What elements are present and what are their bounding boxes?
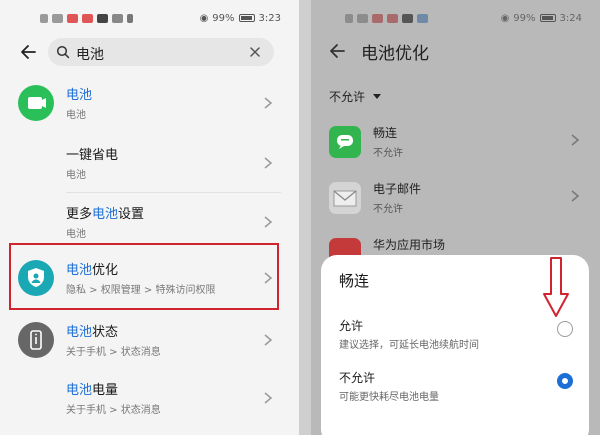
result-battery-status[interactable]: 电池状态 关于手机 > 状态消息	[0, 311, 299, 369]
result-battery-level[interactable]: 电池电量 关于手机 > 状态消息	[0, 369, 299, 427]
notification-icon	[387, 13, 398, 23]
option-description: 可能更快耗尽电池电量	[339, 392, 439, 403]
chevron-right-icon	[264, 97, 273, 109]
email-icon	[329, 182, 361, 214]
notification-icon	[417, 13, 428, 23]
app-name: 畅连	[373, 126, 398, 140]
chevron-right-icon	[264, 334, 273, 346]
result-title: 电池	[66, 84, 92, 103]
option-description: 建议选择，可延长电池续航时间	[339, 340, 479, 351]
highlight-box	[9, 243, 279, 310]
back-arrow-icon[interactable]	[327, 41, 347, 61]
status-icons	[40, 13, 133, 23]
app-row-changlian[interactable]: 畅连 不允许	[311, 116, 600, 170]
eye-icon: ◉	[199, 12, 209, 24]
notification-icon	[97, 13, 108, 23]
annotation-down-arrow-icon	[543, 257, 569, 317]
title-suffix: 电量	[92, 383, 119, 398]
battery-icon	[238, 14, 255, 22]
result-title: 更多电池设置	[66, 203, 144, 222]
filter-dropdown[interactable]: 不允许	[329, 88, 382, 105]
result-subtitle: 电池	[66, 229, 86, 240]
phone-info-icon	[18, 322, 54, 358]
eye-icon: ◉	[500, 12, 510, 24]
clock: 3:24	[559, 12, 582, 24]
title-suffix: 状态	[92, 325, 119, 340]
wifi-icon	[357, 13, 368, 23]
result-subtitle: 关于手机 > 状态消息	[66, 347, 161, 358]
notification-icon	[372, 13, 383, 23]
search-query: 电池	[76, 47, 104, 63]
result-battery[interactable]: 电池 电池	[0, 74, 299, 132]
option-label: 允许	[339, 319, 364, 333]
title-prefix: 更多	[66, 207, 93, 222]
battery-icon	[539, 14, 556, 22]
option-label: 不允许	[339, 371, 376, 385]
option-disallow[interactable]: 不允许 可能更快耗尽电池电量	[321, 367, 589, 409]
battery-percent: 99%	[212, 12, 235, 24]
back-arrow-icon[interactable]	[18, 42, 38, 62]
radio-disallow[interactable]	[557, 373, 573, 389]
result-subtitle: 电池	[66, 110, 86, 121]
app-name: 电子邮件	[373, 182, 422, 196]
result-subtitle: 电池	[66, 170, 86, 181]
result-power-saving[interactable]: 一键省电 电池	[0, 134, 299, 192]
app-status: 不允许	[373, 148, 403, 159]
notification-icon	[82, 13, 93, 23]
filter-label: 不允许	[329, 90, 366, 104]
search-icon	[56, 45, 70, 59]
search-header: 电池	[0, 36, 299, 70]
page-header: 电池优化	[311, 36, 600, 66]
option-allow[interactable]: 允许 建议选择，可延长电池续航时间	[321, 315, 589, 357]
result-title: 电池电量	[66, 379, 118, 398]
changlian-icon	[329, 126, 361, 158]
status-bar: ◉ 99% 3:24	[311, 0, 600, 36]
title-highlight: 电池	[92, 207, 119, 222]
app-name: 华为应用市场	[373, 238, 446, 252]
wifi-icon	[52, 13, 63, 23]
notification-icon	[127, 13, 133, 23]
sheet-title: 畅连	[339, 272, 370, 290]
chevron-right-icon	[264, 216, 273, 228]
clear-icon[interactable]	[248, 45, 262, 59]
notification-icon	[402, 13, 413, 23]
result-title: 一键省电	[66, 148, 119, 163]
chevron-right-icon	[571, 190, 580, 202]
title-suffix: 设置	[118, 207, 145, 222]
chevron-right-icon	[264, 157, 273, 169]
chevron-right-icon	[571, 134, 580, 146]
status-bar: ◉ 99% 3:23	[0, 0, 299, 36]
signal-icon	[40, 13, 48, 23]
dropdown-triangle-icon	[373, 94, 382, 99]
title-highlight: 电池	[66, 383, 93, 398]
battery-green-icon	[18, 85, 54, 121]
title-highlight: 电池	[66, 88, 93, 103]
result-title: 电池状态	[66, 321, 118, 340]
result-subtitle: 关于手机 > 状态消息	[66, 405, 161, 416]
signal-icon	[345, 13, 353, 23]
status-icons	[345, 13, 428, 23]
notification-icon	[67, 13, 78, 23]
clock: 3:23	[258, 12, 281, 24]
title-highlight: 电池	[66, 325, 93, 340]
notification-icon	[112, 13, 123, 23]
radio-allow[interactable]	[557, 321, 573, 337]
chevron-right-icon	[264, 392, 273, 404]
app-row-email[interactable]: 电子邮件 不允许	[311, 172, 600, 226]
app-status: 不允许	[373, 204, 403, 215]
battery-optimization-screen: ◉ 99% 3:24 电池优化 不允许 畅连 不允许 电子邮件 不允许 华为应用…	[311, 0, 600, 435]
battery-percent: 99%	[513, 12, 536, 24]
search-results-screen: ◉ 99% 3:23 电池 电池 电池 一键省电 电池 更多电池设置 电池 电池…	[0, 0, 299, 435]
search-input[interactable]: 电池	[48, 38, 274, 66]
page-title: 电池优化	[361, 44, 429, 64]
